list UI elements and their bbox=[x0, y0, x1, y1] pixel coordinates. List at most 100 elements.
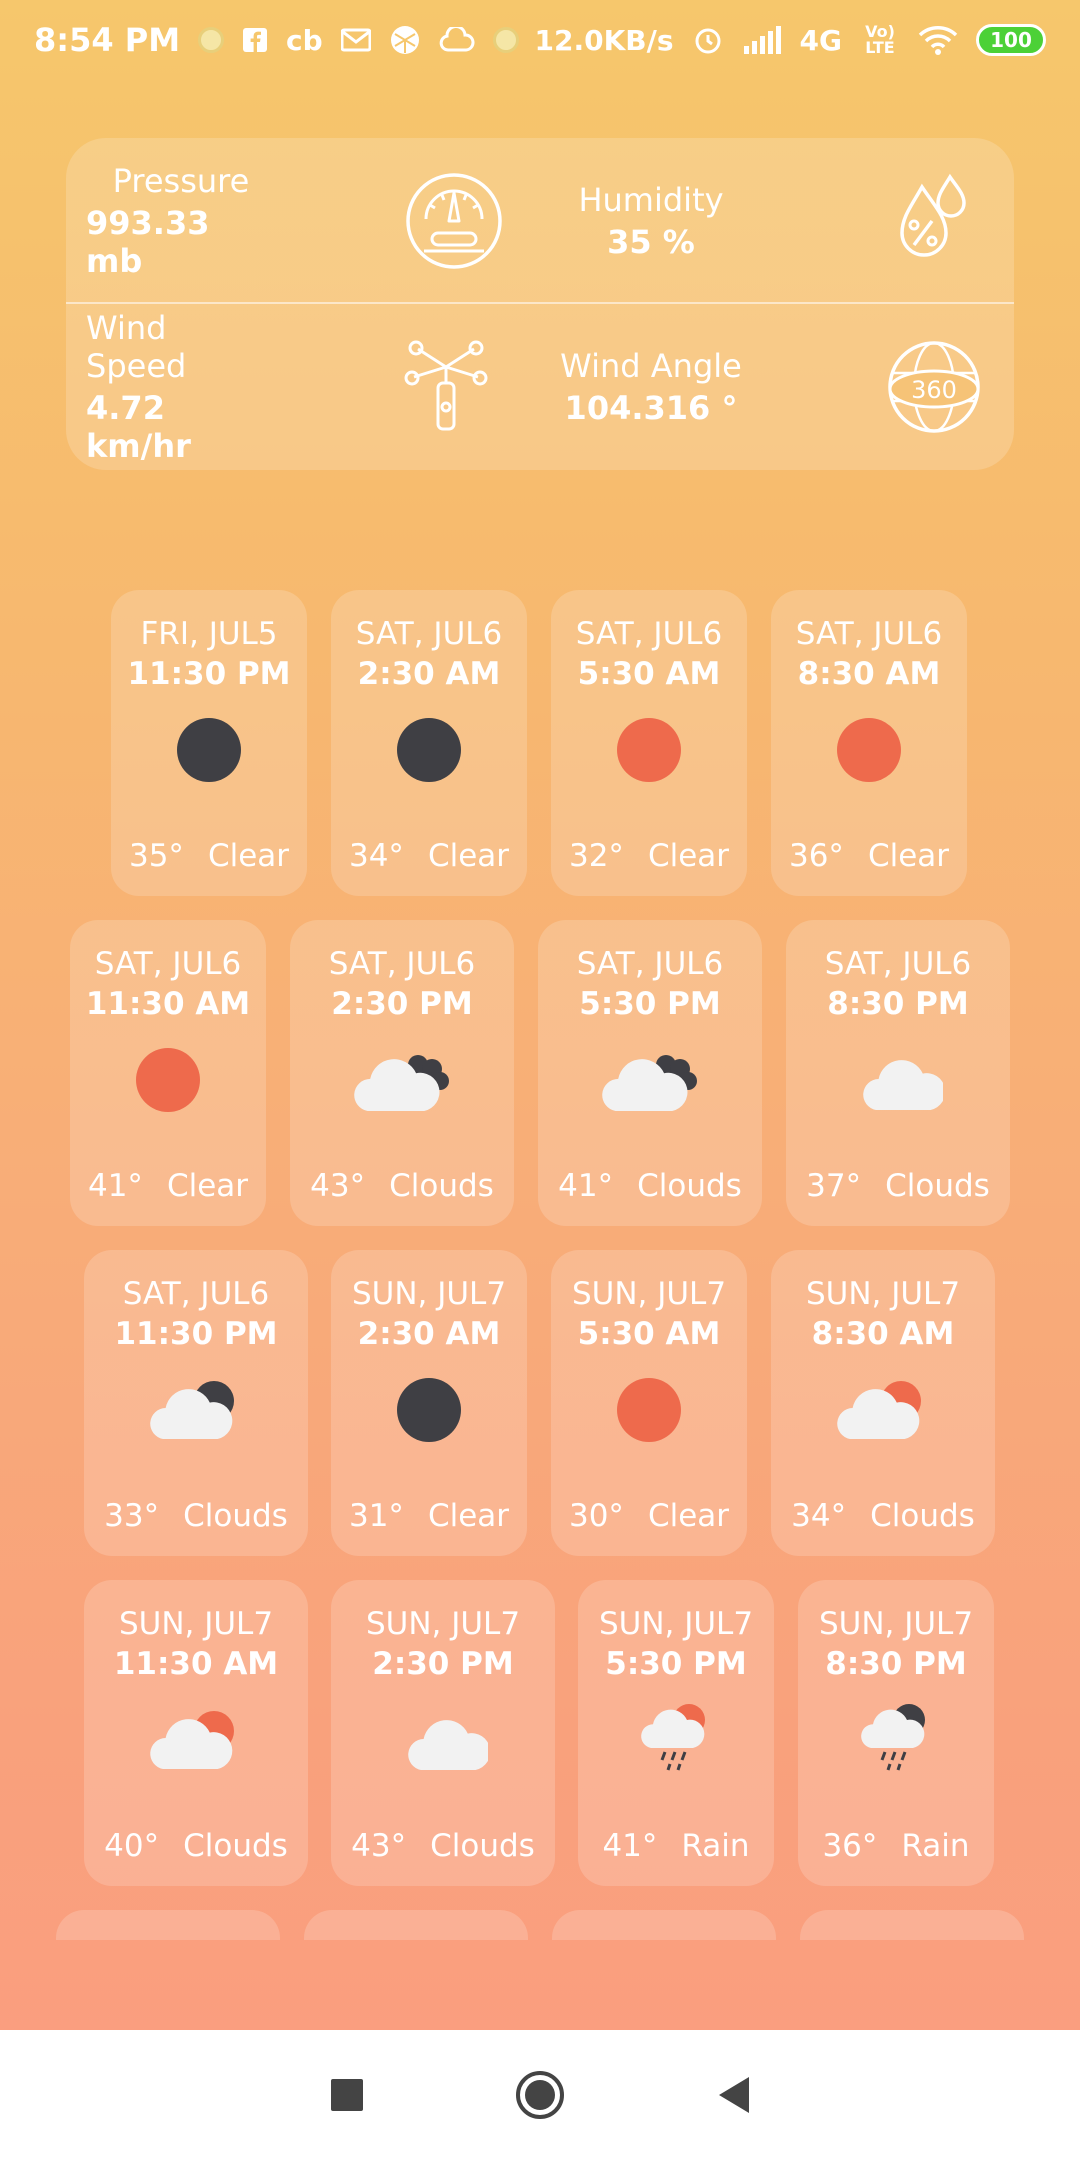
gmail-icon bbox=[340, 28, 371, 52]
forecast-card[interactable]: SUN, JUL7 2:30 PM 43° Clouds bbox=[331, 1580, 555, 1886]
recents-button[interactable] bbox=[317, 2065, 377, 2125]
forecast-condition: Clear bbox=[166, 1168, 249, 1204]
sun-icon bbox=[118, 1040, 218, 1120]
forecast-temp: 35° bbox=[128, 838, 184, 874]
forecast-temp: 30° bbox=[568, 1498, 624, 1534]
forecast-temp: 34° bbox=[348, 838, 404, 874]
forecast-time: 5:30 PM bbox=[579, 986, 721, 1022]
forecast-condition: Rain bbox=[901, 1828, 970, 1864]
forecast-card[interactable]: SAT, JUL6 11:30 AM 41° Clear bbox=[70, 920, 266, 1226]
forecast-date: SUN, JUL7 bbox=[571, 1276, 727, 1312]
forecast-temp: 43° bbox=[351, 1828, 407, 1864]
forecast-footer: 36° Clear bbox=[771, 838, 967, 874]
forecast-time: 5:30 AM bbox=[577, 1316, 721, 1352]
forecast-card[interactable]: SAT, JUL6 2:30 PM 43° Clouds bbox=[290, 920, 514, 1226]
forecast-date: FRI, JUL5 bbox=[140, 616, 278, 652]
forecast-card-partial[interactable] bbox=[304, 1910, 528, 1940]
forecast-time: 8:30 PM bbox=[825, 1646, 967, 1682]
humidity-block: Humidity 35 % bbox=[556, 138, 746, 304]
forecast-condition: Clear bbox=[207, 838, 290, 874]
pressure-block: Pressure 993.33 mb bbox=[86, 138, 276, 304]
forecast-card[interactable]: SUN, JUL7 11:30 AM 40° Clouds bbox=[84, 1580, 308, 1886]
forecast-card[interactable]: SAT, JUL6 11:30 PM 33° Clouds bbox=[84, 1250, 308, 1556]
humidity-label: Humidity bbox=[578, 181, 724, 219]
forecast-temp: 34° bbox=[791, 1498, 847, 1534]
forecast-condition: Clouds bbox=[637, 1168, 742, 1204]
forecast-card[interactable]: SAT, JUL6 8:30 PM 37° Clouds bbox=[786, 920, 1010, 1226]
forecast-card[interactable]: SAT, JUL6 5:30 AM 32° Clear bbox=[551, 590, 747, 896]
forecast-date: SUN, JUL7 bbox=[118, 1606, 274, 1642]
facebook-icon bbox=[242, 27, 268, 53]
volte-indicator: Vo) LTE bbox=[865, 22, 895, 57]
forecast-card-partial[interactable] bbox=[56, 1910, 280, 1940]
globe-360-icon: 360 bbox=[884, 337, 984, 437]
ball-icon bbox=[389, 24, 421, 56]
gauge-icon bbox=[404, 171, 504, 271]
wind-angle-value: 104.316 ° bbox=[564, 389, 738, 427]
forecast-card[interactable]: SUN, JUL7 8:30 AM 34° Clouds bbox=[771, 1250, 995, 1556]
forecast-card[interactable]: SUN, JUL7 5:30 AM 30° Clear bbox=[551, 1250, 747, 1556]
cloud-moon-icon bbox=[146, 1370, 246, 1450]
status-bar-left: 8:54 PM cb bbox=[34, 21, 519, 59]
pressure-value: 993.33 mb bbox=[86, 204, 210, 280]
forecast-date: SAT, JUL6 bbox=[94, 946, 242, 982]
forecast-temp: 32° bbox=[568, 838, 624, 874]
circle-icon bbox=[515, 2071, 564, 2119]
forecast-temp: 31° bbox=[348, 1498, 404, 1534]
forecast-footer: 35° Clear bbox=[111, 838, 307, 874]
wind-angle-label: Wind Angle bbox=[560, 347, 742, 385]
forecast-card-partial[interactable] bbox=[552, 1910, 776, 1940]
forecast-card[interactable]: SAT, JUL6 5:30 PM 41° Clouds bbox=[538, 920, 762, 1226]
forecast-time: 2:30 AM bbox=[357, 1316, 501, 1352]
forecast-card[interactable]: SAT, JUL6 8:30 AM 36° Clear bbox=[771, 590, 967, 896]
battery-indicator: 100 bbox=[976, 24, 1046, 56]
svg-text:360: 360 bbox=[911, 376, 957, 404]
forecast-time: 5:30 PM bbox=[605, 1646, 747, 1682]
humidity-value: 35 % bbox=[607, 223, 695, 261]
sun-icon bbox=[599, 710, 699, 790]
forecast-date: SAT, JUL6 bbox=[122, 1276, 270, 1312]
forecast-footer: 31° Clear bbox=[331, 1498, 527, 1534]
wifi-icon bbox=[918, 25, 958, 55]
conditions-row-pressure-humidity: Pressure 993.33 mb Humidity 35 % bbox=[66, 138, 1014, 304]
forecast-footer: 33° Clouds bbox=[84, 1498, 308, 1534]
forecast-time: 8:30 AM bbox=[811, 1316, 955, 1352]
forecast-card[interactable]: SUN, JUL7 5:30 PM 41° Rain bbox=[578, 1580, 774, 1886]
forecast-condition: Clear bbox=[647, 1498, 730, 1534]
wind-speed-label: Wind Speed bbox=[86, 309, 187, 385]
sun-icon bbox=[819, 710, 919, 790]
alarm-icon bbox=[692, 24, 724, 56]
forecast-card[interactable]: FRI, JUL5 11:30 PM 35° Clear bbox=[111, 590, 307, 896]
forecast-condition: Clouds bbox=[183, 1498, 288, 1534]
forecast-condition: Clouds bbox=[389, 1168, 494, 1204]
back-button[interactable] bbox=[703, 2065, 763, 2125]
forecast-temp: 36° bbox=[822, 1828, 878, 1864]
forecast-temp: 37° bbox=[806, 1168, 862, 1204]
moon-icon bbox=[159, 710, 259, 790]
forecast-card[interactable]: SAT, JUL6 2:30 AM 34° Clear bbox=[331, 590, 527, 896]
cloud-sun-icon bbox=[146, 1700, 246, 1780]
home-button[interactable] bbox=[510, 2065, 570, 2125]
status-bar: 8:54 PM cb 12.0KB/s 4G Vo) LTE 100 bbox=[0, 0, 1080, 80]
forecast-footer: 32° Clear bbox=[551, 838, 747, 874]
forecast-condition: Clear bbox=[427, 1498, 510, 1534]
wind-speed-value: 4.72 km/hr bbox=[86, 389, 191, 465]
forecast-card-partial[interactable] bbox=[800, 1910, 1024, 1940]
clouds-icon bbox=[352, 1040, 452, 1120]
forecast-condition: Clear bbox=[647, 838, 730, 874]
forecast-condition: Clouds bbox=[183, 1828, 288, 1864]
forecast-date: SUN, JUL7 bbox=[598, 1606, 754, 1642]
square-icon bbox=[330, 2079, 363, 2111]
forecast-condition: Rain bbox=[681, 1828, 750, 1864]
forecast-card[interactable]: SUN, JUL7 8:30 PM 36° Rain bbox=[798, 1580, 994, 1886]
moon-icon bbox=[379, 1370, 479, 1450]
forecast-time: 2:30 PM bbox=[331, 986, 473, 1022]
forecast-condition: Clouds bbox=[870, 1498, 975, 1534]
forecast-condition: Clear bbox=[867, 838, 950, 874]
forecast-date: SAT, JUL6 bbox=[355, 616, 503, 652]
forecast-card[interactable]: SUN, JUL7 2:30 AM 31° Clear bbox=[331, 1250, 527, 1556]
sun-dot-icon bbox=[198, 27, 225, 53]
forecast-temp: 36° bbox=[788, 838, 844, 874]
forecast-footer: 36° Rain bbox=[798, 1828, 994, 1864]
forecast-time: 8:30 AM bbox=[797, 656, 941, 692]
